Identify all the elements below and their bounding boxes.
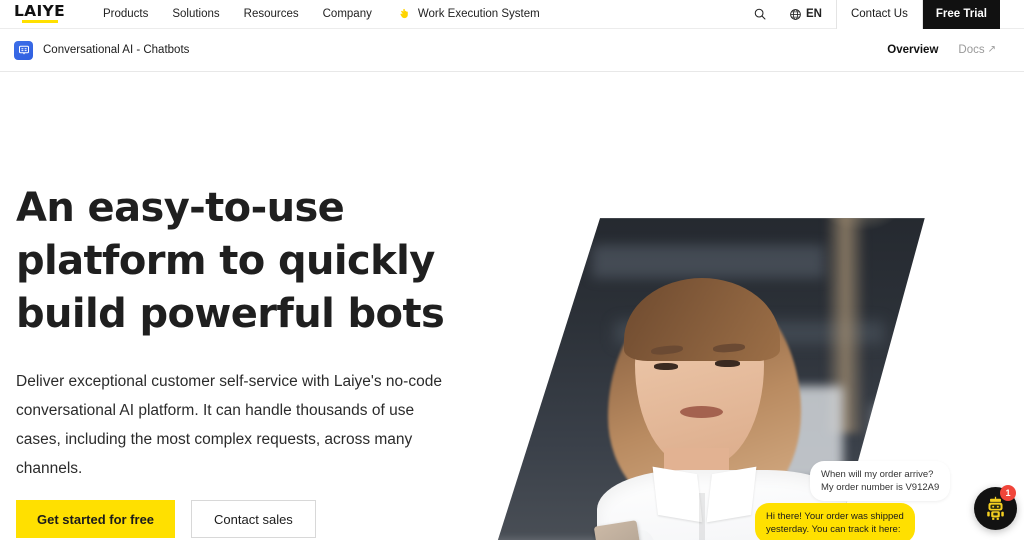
search-icon [754, 8, 766, 20]
contact-sales-button[interactable]: Contact sales [191, 500, 316, 538]
logo-text: LAIYE [14, 2, 65, 20]
page-title: An easy-to-use platform to quickly build… [16, 185, 445, 337]
chat-bubble-icon [14, 40, 33, 60]
get-started-button[interactable]: Get started for free [16, 500, 176, 538]
hero-description: Deliver exceptional customer self-servic… [16, 373, 442, 477]
nav-item-resources[interactable]: Resources [232, 0, 311, 29]
chat-unread-badge: 1 [1000, 485, 1016, 501]
hero-copy: An easy-to-use platform to quickly build… [16, 182, 486, 483]
nav-item-company[interactable]: Company [311, 0, 384, 29]
chat-bubble-user: When will my order arrive? My order numb… [810, 461, 951, 501]
sub-nav-tabs: Overview Docs ↗ [877, 44, 1006, 56]
person-shirt-placket [699, 492, 705, 540]
tab-docs[interactable]: Docs ↗ [948, 44, 1006, 56]
top-navigation-bar: LAIYE Products Solutions Resources Compa… [0, 0, 1024, 29]
laiye-logo[interactable]: LAIYE [14, 0, 65, 29]
logo-underline-accent [22, 19, 58, 23]
hand-wave-icon [400, 8, 408, 19]
product-title: Conversational AI - Chatbots [43, 44, 190, 56]
search-button[interactable] [747, 0, 773, 29]
language-selector[interactable]: EN [789, 8, 822, 21]
free-trial-button[interactable]: Free Trial [922, 0, 1000, 29]
chat-bubble-glyph [18, 45, 29, 55]
external-link-icon: ↗ [987, 44, 996, 55]
chat-bubble-bot: Hi there! Your order was shipped yesterd… [755, 503, 915, 540]
top-nav-actions: EN Contact Us Free Trial [747, 0, 1024, 29]
nav-item-solutions[interactable]: Solutions [160, 0, 231, 29]
nav-item-work-execution-system-label: Work Execution System [417, 8, 540, 20]
person-collar-left [652, 466, 703, 523]
person-collar-right [706, 466, 757, 523]
person-eye-left [653, 362, 678, 371]
nav-item-products[interactable]: Products [91, 0, 160, 29]
product-identity[interactable]: Conversational AI - Chatbots [14, 40, 190, 60]
hero-cta-row: Get started for free Contact sales [16, 500, 316, 538]
page-root: LAIYE Products Solutions Resources Compa… [0, 0, 1024, 540]
nav-item-work-execution-system[interactable]: Work Execution System [384, 7, 540, 21]
person-eye-right [715, 360, 740, 368]
contact-us-button[interactable]: Contact Us [835, 0, 923, 29]
person-hair-top [624, 278, 780, 362]
tab-docs-label: Docs [958, 44, 985, 56]
primary-nav-links: Products Solutions Resources Company Wor… [91, 0, 540, 29]
nav-right-spacer [1000, 0, 1024, 29]
language-label: EN [805, 8, 822, 20]
globe-icon [790, 8, 801, 20]
photo-window-light-2 [872, 405, 925, 462]
tab-overview[interactable]: Overview [877, 44, 948, 56]
product-sub-navigation: Conversational AI - Chatbots Overview Do… [0, 29, 1024, 72]
